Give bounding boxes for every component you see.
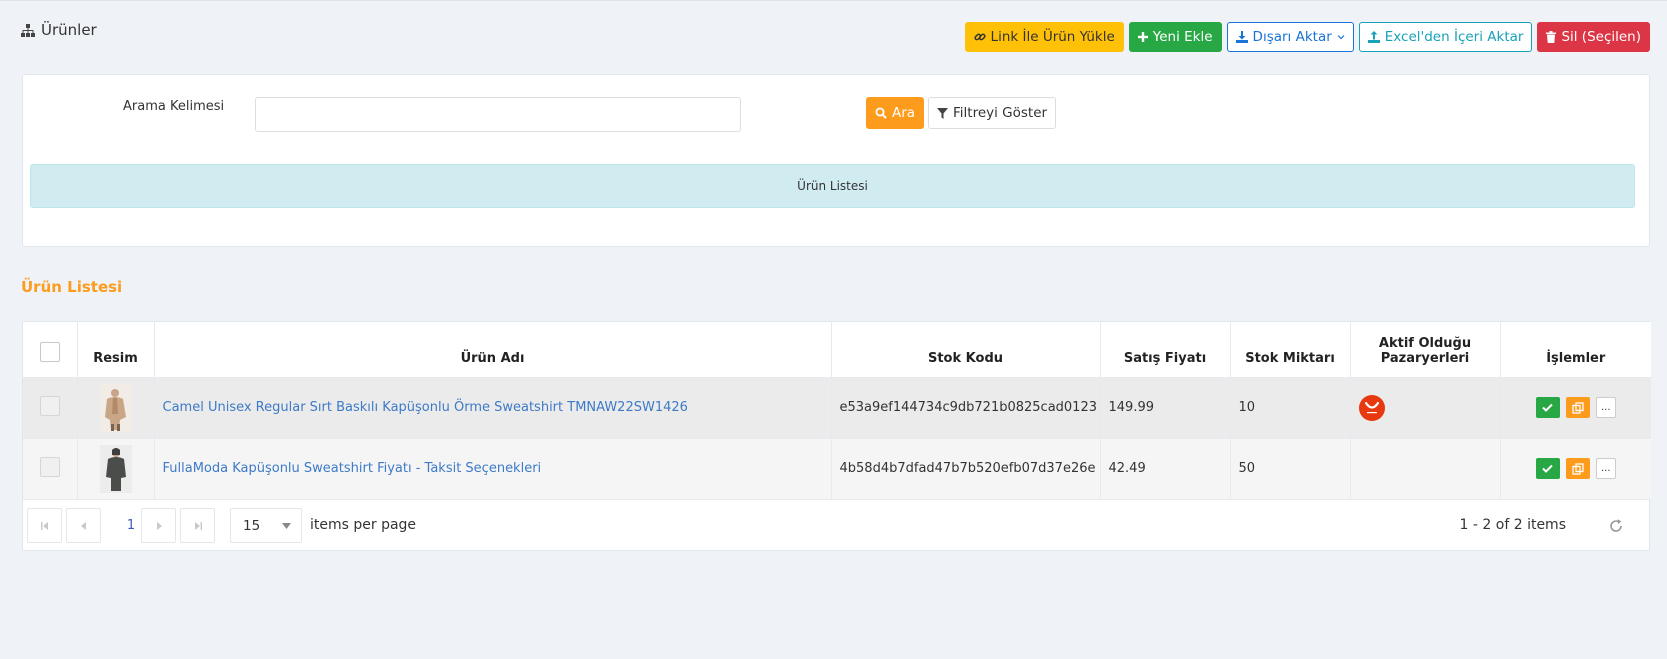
section-title: Ürün Listesi <box>21 278 123 296</box>
product-thumbnail[interactable] <box>99 383 132 432</box>
product-link[interactable]: Camel Unisex Regular Sırt Baskılı Kapüşo… <box>163 400 688 415</box>
row-checkbox[interactable] <box>39 395 60 416</box>
price-cell: 42.49 <box>1100 437 1231 499</box>
product-link[interactable]: FullaModa Kapüşonlu Sweatshirt Fiyatı - … <box>163 461 542 476</box>
sku-cell: e53a9ef144734c9db721b0825cad0123 <box>831 376 1101 438</box>
excel-import-button[interactable]: Excel'den İçeri Aktar <box>1358 22 1533 52</box>
page-size-select[interactable]: 15 <box>230 508 302 543</box>
link-upload-button[interactable]: Link İle Ürün Yükle <box>964 22 1124 52</box>
actions-cell: ... <box>1500 376 1651 438</box>
copy-icon <box>1572 463 1584 475</box>
product-image-cell <box>77 437 155 499</box>
copy-button[interactable] <box>1565 458 1590 480</box>
search-button-label: Ara <box>892 105 916 121</box>
caret-down-icon <box>282 522 291 529</box>
copy-icon <box>1572 401 1584 414</box>
column-header-price[interactable]: Satış Fiyatı <box>1100 322 1231 377</box>
download-icon <box>1235 31 1248 43</box>
filter-icon <box>937 107 948 119</box>
column-header-sku[interactable]: Stok Kodu <box>831 322 1101 377</box>
column-header-stock[interactable]: Stok Miktarı <box>1230 322 1351 377</box>
add-new-button[interactable]: Yeni Ekle <box>1128 22 1222 52</box>
product-name-cell: FullaModa Kapüşonlu Sweatshirt Fiyatı - … <box>154 437 832 499</box>
upload-icon <box>1367 31 1380 43</box>
next-page-button[interactable] <box>141 508 176 543</box>
refresh-icon[interactable] <box>1607 517 1625 535</box>
last-page-icon <box>194 521 202 530</box>
page-title-text: Ürünler <box>41 21 97 39</box>
items-per-page-label: items per page <box>310 517 417 533</box>
product-image-cell <box>77 376 155 438</box>
toolbar: Link İle Ürün Yükle Yeni Ekle Dışarı Akt… <box>964 22 1650 52</box>
more-actions-button[interactable]: ... <box>1595 458 1616 480</box>
plus-icon <box>1137 32 1148 42</box>
check-icon <box>1542 403 1553 412</box>
chevron-down-icon <box>1337 35 1345 40</box>
product-grid: Resim Ürün Adı Stok Kodu Satış Fiyatı St… <box>22 321 1651 551</box>
last-page-button[interactable] <box>180 508 215 543</box>
first-page-button[interactable] <box>27 508 62 543</box>
pager: 1 15 items per page 1 - 2 of 2 items <box>23 499 1649 550</box>
chevron-left-icon <box>80 521 86 530</box>
product-name-cell: Camel Unisex Regular Sırt Baskılı Kapüşo… <box>154 376 832 438</box>
column-header-markets[interactable]: Aktif Olduğu Pazaryerleri <box>1350 322 1501 377</box>
column-header-image[interactable]: Resim <box>77 322 155 377</box>
check-icon <box>1542 465 1553 474</box>
export-label: Dışarı Aktar <box>1252 29 1332 45</box>
stock-cell: 50 <box>1230 437 1351 499</box>
markets-cell <box>1350 437 1501 499</box>
search-button[interactable]: Ara <box>866 97 925 129</box>
more-actions-button[interactable]: ... <box>1595 397 1616 418</box>
aliexpress-icon <box>1358 394 1385 421</box>
copy-button[interactable] <box>1565 397 1590 418</box>
sitemap-icon <box>21 23 35 37</box>
price-cell: 149.99 <box>1100 376 1231 438</box>
pager-info: 1 - 2 of 2 items <box>1459 517 1566 533</box>
approve-button[interactable] <box>1535 458 1560 480</box>
select-all-checkbox[interactable] <box>39 341 60 362</box>
export-dropdown-button[interactable]: Dışarı Aktar <box>1226 22 1354 52</box>
show-filter-label: Filtreyi Göster <box>953 105 1048 121</box>
table-row: Camel Unisex Regular Sırt Baskılı Kapüşo… <box>23 376 1651 438</box>
search-icon <box>875 107 887 119</box>
actions-cell: ... <box>1500 437 1651 499</box>
link-upload-label: Link İle Ürün Yükle <box>990 29 1115 45</box>
sku-cell: 4b58d4b7dfad47b7b520efb07d37e26e <box>831 437 1101 499</box>
excel-import-label: Excel'den İçeri Aktar <box>1384 29 1524 45</box>
product-thumbnail[interactable] <box>99 444 132 493</box>
row-select-cell <box>23 437 78 499</box>
first-page-icon <box>40 521 48 530</box>
approve-button[interactable] <box>1535 397 1560 418</box>
stock-cell: 10 <box>1230 376 1351 438</box>
markets-cell <box>1350 376 1501 438</box>
previous-page-button[interactable] <box>66 508 101 543</box>
row-checkbox[interactable] <box>39 456 60 477</box>
select-all-cell <box>23 322 78 377</box>
search-card: Arama Kelimesi Ara Filtreyi Göster Ürün … <box>22 74 1650 247</box>
row-select-cell <box>23 376 78 438</box>
add-new-label: Yeni Ekle <box>1152 29 1213 45</box>
show-filter-button[interactable]: Filtreyi Göster <box>928 97 1057 129</box>
delete-selected-button[interactable]: Sil (Seçilen) <box>1537 22 1650 52</box>
search-label: Arama Kelimesi <box>123 99 225 114</box>
grid-header-row: Resim Ürün Adı Stok Kodu Satış Fiyatı St… <box>23 322 1651 377</box>
chevron-right-icon <box>156 521 162 530</box>
column-header-name[interactable]: Ürün Adı <box>154 322 832 377</box>
page-size-value: 15 <box>243 517 261 534</box>
page-title: Ürünler <box>21 21 97 39</box>
table-row: FullaModa Kapüşonlu Sweatshirt Fiyatı - … <box>23 437 1651 499</box>
trash-icon <box>1546 31 1557 43</box>
delete-selected-label: Sil (Seçilen) <box>1561 29 1641 45</box>
search-input[interactable] <box>255 97 741 132</box>
link-icon <box>973 33 986 41</box>
column-header-actions: İşlemler <box>1500 322 1651 377</box>
info-bar: Ürün Listesi <box>30 164 1635 208</box>
